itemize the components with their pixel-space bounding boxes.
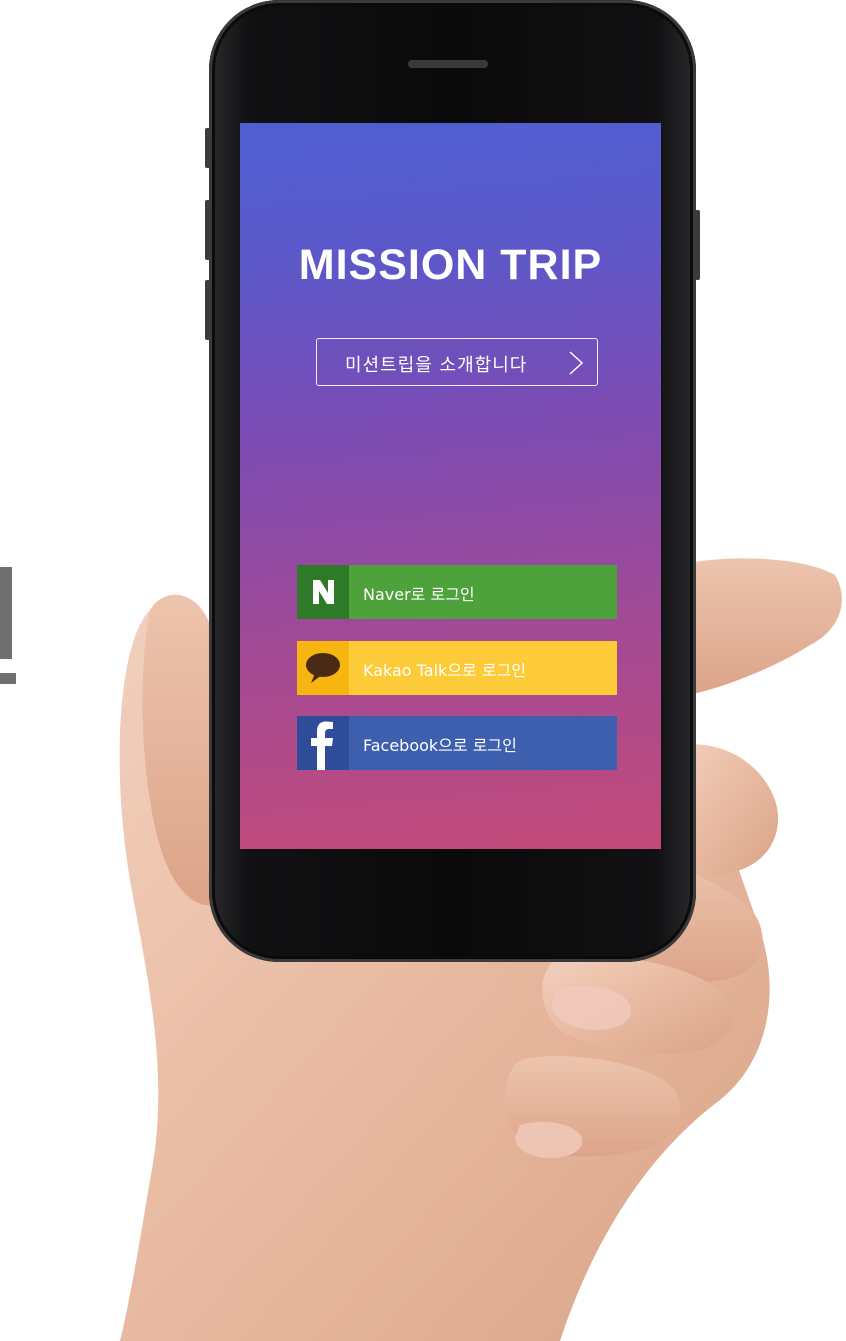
intro-button[interactable]: 미션트립을 소개합니다 — [316, 338, 598, 386]
naver-login-button[interactable]: Naver로 로그인 — [297, 565, 617, 619]
app-screen: MISSION TRIP 미션트립을 소개합니다 Naver로 로그인 Kaka… — [240, 123, 661, 849]
intro-button-label: 미션트립을 소개합니다 — [345, 355, 528, 376]
kakao-login-button[interactable]: Kakao Talk으로 로그인 — [297, 641, 617, 695]
chevron-right-icon — [569, 351, 584, 375]
stage: MISSION TRIP 미션트립을 소개합니다 Naver로 로그인 Kaka… — [0, 0, 846, 1341]
naver-login-label: Naver로 로그인 — [363, 585, 475, 604]
facebook-f-icon — [297, 716, 349, 770]
speech-bubble-icon — [297, 641, 349, 695]
kakao-login-label: Kakao Talk으로 로그인 — [363, 661, 527, 680]
phone-speaker — [408, 60, 488, 68]
facebook-login-button[interactable]: Facebook으로 로그인 — [297, 716, 617, 770]
app-title: MISSION TRIP — [298, 241, 603, 289]
naver-n-icon — [297, 565, 349, 619]
facebook-login-label: Facebook으로 로그인 — [363, 736, 517, 755]
